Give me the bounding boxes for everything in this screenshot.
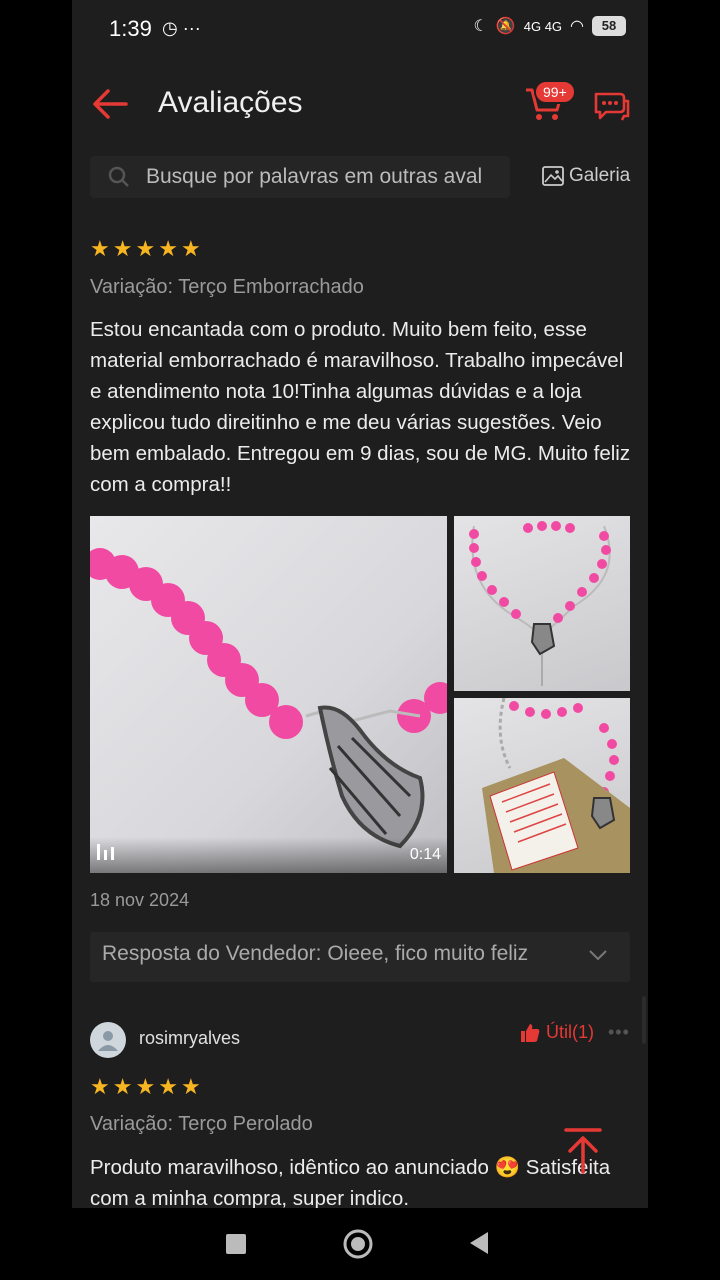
star-icon: ★ [180,236,201,261]
star-icon: ★ [112,1074,133,1099]
avatar[interactable] [90,1022,126,1058]
wifi-icon: ◠ [570,18,584,35]
home-button[interactable] [342,1228,374,1265]
back-button[interactable] [92,88,128,125]
review-rating-stars: ★ ★ ★ ★ ★ [90,238,201,260]
seller-reply-panel[interactable]: Resposta do Vendedor: Oieee, fico muito … [90,932,630,982]
reviewer-username[interactable]: rosimryalves [139,1028,240,1049]
search-icon [108,166,130,193]
back-arrow-icon [93,89,128,119]
star-icon: ★ [158,236,178,261]
review-text: Estou encantada com o produto. Muito bem… [90,318,631,496]
star-icon: ★ [135,1074,156,1099]
rosary-photo [90,548,447,849]
star-icon: ★ [90,1074,110,1099]
thumbs-up-icon [521,1023,540,1042]
triangle-back-icon [470,1232,488,1254]
review-variation: Variação: Terço Emborrachado [90,276,364,298]
star-icon: ★ [90,236,110,261]
user-icon [98,1031,118,1051]
review-photo-thumbnail-2[interactable] [454,698,630,873]
moon-icon: ☾ [473,18,488,35]
star-icon: ★ [180,1074,201,1099]
signal-icon: 4G 4G [523,18,563,34]
video-bars-icon [96,842,116,865]
review-video-thumbnail[interactable]: 0:14 [90,516,447,873]
image-icon [542,166,564,186]
back-to-top-button[interactable] [560,1126,606,1176]
video-overlay-bar [90,837,447,873]
search-placeholder: Busque por palavras em outras aval [146,165,483,188]
app-screen: 1:39 ◷ ··· ☾ 🔕 4G 4G ◠ 58 Avaliações 99+ [72,0,648,1208]
mute-icon: 🔕 [495,18,516,35]
rosary-package-photo [482,698,630,873]
scrollbar[interactable] [642,996,646,1044]
status-notification-icons: ◷ ··· [162,18,201,38]
chevron-down-icon[interactable] [588,948,608,966]
seller-reply-text: Resposta do Vendedor: Oieee, fico muito … [102,942,529,965]
star-icon: ★ [112,236,133,261]
cart-count-badge: 99+ [534,80,576,104]
helpful-button[interactable]: Útil(1) [520,1022,594,1043]
review-date: 18 nov 2024 [90,890,190,910]
page-title: Avaliações [158,86,303,119]
star-icon: ★ [135,236,156,261]
chat-button[interactable] [592,88,632,129]
rosary-heart-photo [469,521,611,686]
status-right-icons: ☾ 🔕 4G 4G ◠ 58 [473,16,626,36]
gallery-button[interactable]: Galeria [542,165,630,187]
battery-icon: 58 [592,16,626,36]
video-duration: 0:14 [409,846,441,863]
recent-apps-button[interactable] [226,1234,246,1254]
home-icon [343,1229,373,1259]
star-icon: ★ [158,1074,178,1099]
arrow-up-icon [564,1128,602,1174]
more-options-icon[interactable]: ••• [608,1022,630,1043]
status-time: 1:39 [109,16,152,41]
review-photo-thumbnail-1[interactable] [454,516,630,691]
review-rating-stars: ★ ★ ★ ★ ★ [90,1076,201,1098]
review-text: Produto maravilhoso, idêntico ao anuncia… [90,1156,611,1208]
back-nav-button[interactable] [468,1230,490,1261]
review-variation: Variação: Terço Perolado [90,1113,313,1135]
gallery-label: Galeria [569,165,631,186]
helpful-label: Útil(1) [546,1022,594,1042]
chat-icon [594,92,630,121]
system-navigation-bar [0,1208,720,1280]
